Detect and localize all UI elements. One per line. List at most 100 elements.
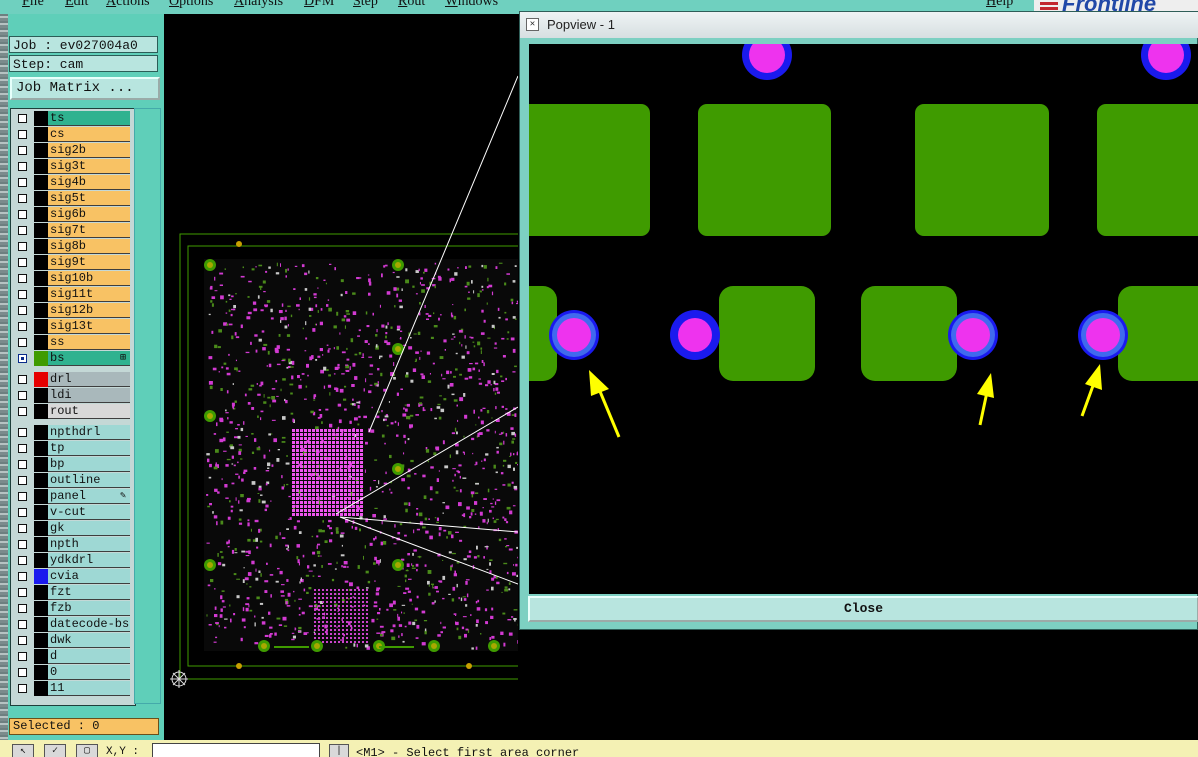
layer-color-swatch[interactable] bbox=[34, 127, 48, 142]
layer-color-swatch[interactable] bbox=[34, 537, 48, 552]
layer-row-rout[interactable]: rout bbox=[14, 404, 132, 419]
layer-checkbox[interactable] bbox=[18, 354, 27, 363]
layer-color-swatch[interactable] bbox=[34, 601, 48, 616]
layer-name[interactable]: outline bbox=[48, 473, 130, 488]
layer-color-swatch[interactable] bbox=[34, 351, 48, 366]
layer-name[interactable]: ydkdrl bbox=[48, 553, 130, 568]
layer-name[interactable]: drl bbox=[48, 372, 130, 387]
layer-color-swatch[interactable] bbox=[34, 191, 48, 206]
window-close-x-icon[interactable]: ✕ bbox=[526, 18, 539, 31]
layer-color-swatch[interactable] bbox=[34, 457, 48, 472]
layer-row-ss[interactable]: ss bbox=[14, 335, 132, 350]
layer-name[interactable]: rout bbox=[48, 404, 130, 419]
layer-list-scrollbar[interactable] bbox=[134, 108, 161, 704]
layer-row-sig4b[interactable]: sig4b bbox=[14, 175, 132, 190]
layer-checkbox[interactable] bbox=[18, 492, 27, 501]
layer-checkbox[interactable] bbox=[18, 588, 27, 597]
layer-color-swatch[interactable] bbox=[34, 303, 48, 318]
layer-name[interactable]: d bbox=[48, 649, 130, 664]
layer-row-0[interactable]: 0 bbox=[14, 665, 132, 680]
layer-color-swatch[interactable] bbox=[34, 404, 48, 419]
layer-name[interactable]: sig8b bbox=[48, 239, 130, 254]
layer-color-swatch[interactable] bbox=[34, 617, 48, 632]
layer-checkbox[interactable] bbox=[18, 162, 27, 171]
layer-checkbox[interactable] bbox=[18, 130, 27, 139]
graphics-area[interactable] bbox=[164, 14, 518, 740]
layer-color-swatch[interactable] bbox=[34, 143, 48, 158]
layer-checkbox[interactable] bbox=[18, 556, 27, 565]
layer-row-ldi[interactable]: ldi bbox=[14, 388, 132, 403]
layer-name[interactable]: sig4b bbox=[48, 175, 130, 190]
layer-checkbox[interactable] bbox=[18, 476, 27, 485]
layer-name[interactable]: 11 bbox=[48, 681, 130, 696]
layer-color-swatch[interactable] bbox=[34, 319, 48, 334]
layer-color-swatch[interactable] bbox=[34, 207, 48, 222]
layer-color-swatch[interactable] bbox=[34, 372, 48, 387]
layer-row-fzt[interactable]: fzt bbox=[14, 585, 132, 600]
layer-name[interactable]: sig7t bbox=[48, 223, 130, 238]
coordinate-input[interactable] bbox=[152, 743, 320, 757]
layer-checkbox[interactable] bbox=[18, 636, 27, 645]
layer-color-swatch[interactable] bbox=[34, 585, 48, 600]
layer-name[interactable]: 0 bbox=[48, 665, 130, 680]
layer-row-sig13t[interactable]: sig13t bbox=[14, 319, 132, 334]
layer-row-fzb[interactable]: fzb bbox=[14, 601, 132, 616]
layer-checkbox[interactable] bbox=[18, 684, 27, 693]
layer-color-swatch[interactable] bbox=[34, 111, 48, 126]
layer-row-outline[interactable]: outline bbox=[14, 473, 132, 488]
layer-checkbox[interactable] bbox=[18, 460, 27, 469]
layer-checkbox[interactable] bbox=[18, 620, 27, 629]
layer-name[interactable]: bs ⊞ bbox=[48, 351, 130, 366]
layer-color-swatch[interactable] bbox=[34, 649, 48, 664]
layer-name[interactable]: sig10b bbox=[48, 271, 130, 286]
layer-row-sig7t[interactable]: sig7t bbox=[14, 223, 132, 238]
popview-window[interactable]: ✕ Popview - 1 Close bbox=[519, 11, 1198, 630]
layer-checkbox[interactable] bbox=[18, 322, 27, 331]
layer-name[interactable]: bp bbox=[48, 457, 130, 472]
layer-color-swatch[interactable] bbox=[34, 223, 48, 238]
layer-name[interactable]: v-cut bbox=[48, 505, 130, 520]
layer-name[interactable]: sig9t bbox=[48, 255, 130, 270]
layer-color-swatch[interactable] bbox=[34, 425, 48, 440]
layer-name[interactable]: ldi bbox=[48, 388, 130, 403]
layer-color-swatch[interactable] bbox=[34, 553, 48, 568]
layer-color-swatch[interactable] bbox=[34, 489, 48, 504]
menu-analysis[interactable]: Analysis bbox=[234, 0, 283, 10]
layer-row-bp[interactable]: bp bbox=[14, 457, 132, 472]
popview-titlebar[interactable]: ✕ Popview - 1 bbox=[520, 12, 1198, 38]
layer-row-sig3t[interactable]: sig3t bbox=[14, 159, 132, 174]
menu-step[interactable]: Step bbox=[353, 0, 378, 10]
layer-name[interactable]: sig3t bbox=[48, 159, 130, 174]
layer-name[interactable]: cvia bbox=[48, 569, 130, 584]
close-button[interactable]: Close bbox=[528, 596, 1198, 622]
layer-name[interactable]: npthdrl bbox=[48, 425, 130, 440]
layer-name[interactable]: tp bbox=[48, 441, 130, 456]
layer-checkbox[interactable] bbox=[18, 290, 27, 299]
layer-name[interactable]: datecode-bs bbox=[48, 617, 130, 632]
job-matrix-button[interactable]: Job Matrix ... bbox=[10, 77, 160, 100]
layer-color-swatch[interactable] bbox=[34, 505, 48, 520]
menu-options[interactable]: Options bbox=[169, 0, 213, 10]
layer-checkbox[interactable] bbox=[18, 226, 27, 235]
layer-row-sig11t[interactable]: sig11t bbox=[14, 287, 132, 302]
layer-color-swatch[interactable] bbox=[34, 255, 48, 270]
layer-row-sig5t[interactable]: sig5t bbox=[14, 191, 132, 206]
layer-row-datecode-bs[interactable]: datecode-bs bbox=[14, 617, 132, 632]
menu-rout[interactable]: Rout bbox=[398, 0, 425, 10]
layer-checkbox[interactable] bbox=[18, 668, 27, 677]
layer-row-sig12b[interactable]: sig12b bbox=[14, 303, 132, 318]
layer-row-bs[interactable]: bs ⊞ bbox=[14, 351, 132, 366]
layer-row-sig10b[interactable]: sig10b bbox=[14, 271, 132, 286]
layer-name[interactable]: npth bbox=[48, 537, 130, 552]
layer-row-cs[interactable]: cs bbox=[14, 127, 132, 142]
layer-checkbox[interactable] bbox=[18, 258, 27, 267]
menu-actions[interactable]: Actions bbox=[106, 0, 150, 10]
layer-row-d[interactable]: d bbox=[14, 649, 132, 664]
layer-name[interactable]: sig2b bbox=[48, 143, 130, 158]
layer-checkbox[interactable] bbox=[18, 572, 27, 581]
layer-color-swatch[interactable] bbox=[34, 388, 48, 403]
layer-row-v-cut[interactable]: v-cut bbox=[14, 505, 132, 520]
layer-checkbox[interactable] bbox=[18, 114, 27, 123]
popview-canvas[interactable] bbox=[529, 44, 1198, 594]
layer-checkbox[interactable] bbox=[18, 508, 27, 517]
